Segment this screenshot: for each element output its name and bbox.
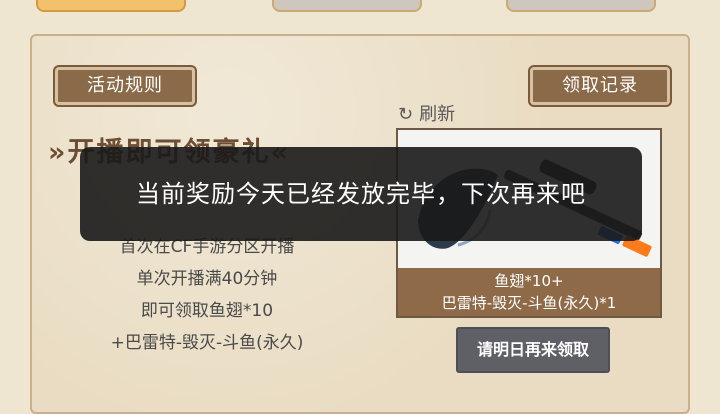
refresh-icon: ↻ <box>398 104 414 125</box>
prize-line-1: 鱼翅*10+ <box>494 272 564 290</box>
tab-2[interactable] <box>272 0 422 12</box>
record-button[interactable]: 领取记录 <box>530 67 670 105</box>
tab-1[interactable] <box>36 0 186 12</box>
claim-button[interactable]: 请明日再来领取 <box>456 327 610 373</box>
prize-line-2: 巴雷特-毁灭-斗鱼(永久)*1 <box>441 294 617 312</box>
prize-caption: 鱼翅*10+ 巴雷特-毁灭-斗鱼(永久)*1 <box>398 268 660 316</box>
refresh-button[interactable]: ↻ 刷新 <box>398 100 455 126</box>
rule-line-4: +巴雷特-毁灭-斗鱼(永久) <box>110 333 304 353</box>
rule-line-3: 即可领取鱼翅*10 <box>140 301 274 321</box>
tab-3[interactable] <box>506 0 656 12</box>
rule-line-2: 单次开播满40分钟 <box>136 269 278 289</box>
refresh-label: 刷新 <box>419 104 456 125</box>
toast-message: 当前奖励今天已经发放完毕，下次再来吧 <box>80 147 642 241</box>
rules-button[interactable]: 活动规则 <box>55 67 195 105</box>
